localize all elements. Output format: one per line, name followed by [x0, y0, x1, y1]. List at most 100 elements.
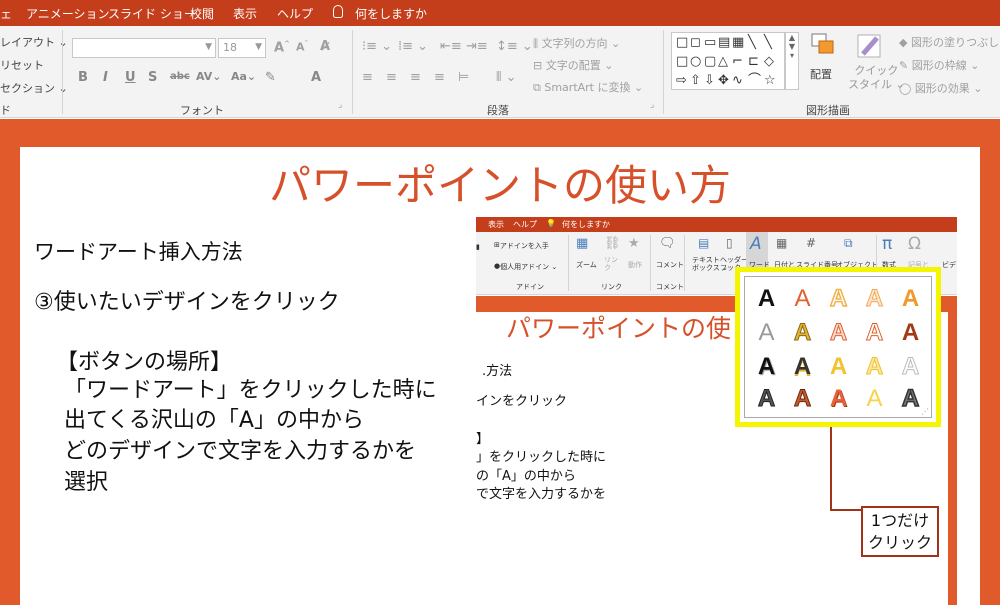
inset-get-addins-label: アドインを入手: [499, 242, 549, 250]
callout-box[interactable]: 1つだけ クリック: [861, 506, 939, 557]
reset-button[interactable]: リセット: [0, 57, 44, 73]
wordart-style-2[interactable]: A: [786, 282, 819, 315]
diamond-shape-icon[interactable]: ◇: [764, 55, 774, 68]
font-name-combo[interactable]: ▼: [72, 38, 216, 58]
arrow-up-shape-icon[interactable]: ⇧: [690, 74, 701, 87]
action-icon: ★: [628, 236, 640, 251]
align-right-icon[interactable]: ≡: [410, 70, 421, 85]
wordart-style-18[interactable]: A: [822, 382, 855, 415]
slide-title[interactable]: パワーポイントの使い方: [0, 152, 1000, 213]
slide-text-line-2[interactable]: ③使いたいデザインをクリック: [34, 284, 340, 316]
wordart-style-15[interactable]: A: [894, 350, 927, 383]
resize-grip-icon[interactable]: ⋰: [921, 407, 929, 416]
quick-styles-label[interactable]: クイック スタイル ⌄: [848, 64, 905, 92]
tab-review[interactable]: 校閲: [190, 5, 214, 22]
text-shape-icon[interactable]: ▤: [718, 36, 730, 49]
shadow-icon[interactable]: S: [148, 70, 157, 85]
wordart-style-13[interactable]: A: [822, 350, 855, 383]
slide-text-line-1[interactable]: ワードアート挿入方法: [34, 236, 243, 266]
wordart-style-14[interactable]: A: [858, 350, 891, 383]
smartart-button[interactable]: ⧉ SmartArt に変換 ⌄: [533, 79, 643, 95]
shape-outline-button[interactable]: ✎ 図形の枠線 ⌄: [899, 57, 979, 73]
shape-effects-button[interactable]: ◯ 図形の効果 ⌄: [899, 80, 983, 96]
tab-slideshow[interactable]: スライド ショー: [108, 5, 196, 22]
callout-shape-icon[interactable]: ◻: [690, 36, 701, 49]
flowchart-shape-icon[interactable]: ⊏: [748, 55, 759, 68]
wordart-style-4[interactable]: A: [858, 282, 891, 315]
wordart-style-9[interactable]: A: [858, 316, 891, 349]
char-spacing-icon[interactable]: AV⌄: [196, 70, 222, 83]
slide-text-line-5[interactable]: 出てくる沢山の「A」の中から: [64, 402, 364, 434]
line-spacing-icon[interactable]: ↕≡ ⌄: [496, 39, 533, 54]
underline-icon[interactable]: U: [125, 70, 136, 85]
wordart-style-12[interactable]: A: [786, 350, 819, 383]
arrow-right-shape-icon[interactable]: ⇨: [676, 74, 687, 87]
arc-shape-icon[interactable]: ⌒: [748, 74, 761, 87]
arrange-label[interactable]: 配置: [810, 66, 832, 82]
arrow-down-shape-icon[interactable]: ⇩: [704, 74, 715, 87]
cross-shape-icon[interactable]: ✥: [718, 74, 729, 87]
table-shape-icon[interactable]: ▦: [732, 36, 744, 49]
tab-view[interactable]: 表示: [233, 5, 257, 22]
clear-format-icon[interactable]: A̷: [320, 39, 330, 54]
strikethrough-icon[interactable]: abc: [170, 71, 190, 82]
rounded-shape-icon[interactable]: ▢: [704, 55, 716, 68]
highlight-icon[interactable]: ✎: [265, 70, 276, 85]
arrange-icon[interactable]: [808, 32, 838, 60]
layout-button[interactable]: レイアウト ⌄: [0, 34, 68, 50]
font-size-combo[interactable]: 18 ▼: [218, 38, 266, 58]
line-shape-icon[interactable]: ╲: [748, 36, 756, 49]
more-shape-icon[interactable]: ☆: [764, 74, 776, 87]
oval-shape-icon[interactable]: ○: [690, 55, 701, 68]
align-left-icon[interactable]: ≡: [362, 70, 373, 85]
distributed-icon[interactable]: ⊨: [458, 70, 469, 85]
change-case-icon[interactable]: Aa⌄: [231, 70, 256, 83]
columns-icon[interactable]: ⫴ ⌄: [496, 70, 517, 85]
wordart-style-6[interactable]: A: [750, 316, 783, 349]
wordart-style-5[interactable]: A: [894, 282, 927, 315]
wordart-style-10[interactable]: A: [894, 316, 927, 349]
wordart-style-8[interactable]: A: [822, 316, 855, 349]
bullets-icon[interactable]: ⁝≡ ⌄: [362, 39, 392, 54]
increase-indent-icon[interactable]: ⇥≡: [466, 39, 488, 54]
wordart-style-11[interactable]: A: [750, 350, 783, 383]
square-shape-icon[interactable]: □: [676, 55, 688, 68]
wordart-style-17[interactable]: A: [786, 382, 819, 415]
corner-shape-icon[interactable]: ⌐: [732, 55, 743, 68]
line2-shape-icon[interactable]: ╲: [764, 36, 772, 49]
curve-shape-icon[interactable]: ∿: [732, 74, 743, 87]
wordart-style-7[interactable]: A: [786, 316, 819, 349]
wordart-style-3[interactable]: A: [822, 282, 855, 315]
justify-icon[interactable]: ≡: [434, 70, 445, 85]
speech-shape-icon[interactable]: ▭: [704, 36, 716, 49]
tab-help[interactable]: ヘルプ: [277, 5, 313, 22]
rectangle-shape-icon[interactable]: □: [676, 36, 688, 49]
text-direction-button[interactable]: ⫼ 文字列の方向 ⌄: [533, 35, 620, 51]
triangle-shape-icon[interactable]: △: [718, 55, 728, 68]
font-color-icon[interactable]: A: [311, 70, 321, 85]
dialog-launcher-icon[interactable]: ⌟: [338, 100, 342, 110]
italic-icon[interactable]: I: [103, 70, 108, 85]
wordart-style-16[interactable]: A: [750, 382, 783, 415]
shapes-gallery[interactable]: □ ◻ ▭ ▤ ▦ ╲ ╲ □ ○ ▢ △ ⌐ ⊏ ◇ ⇨ ⇧ ⇩ ✥ ∿ ⌒ …: [671, 32, 785, 90]
bold-icon[interactable]: B: [78, 70, 88, 85]
shapes-scroll[interactable]: ▲ ▼ ▾: [785, 32, 799, 90]
align-center-icon[interactable]: ≡: [386, 70, 397, 85]
slide-text-line-7[interactable]: 選択: [64, 464, 108, 496]
slide-text-line-6[interactable]: どのデザインで文字を入力するかを: [64, 433, 416, 465]
decrease-indent-icon[interactable]: ⇤≡: [440, 39, 462, 54]
section-button[interactable]: セクション ⌄: [0, 80, 68, 96]
align-text-button[interactable]: ⊟ 文字の配置 ⌄: [533, 57, 613, 73]
shape-fill-button[interactable]: ◆ 図形の塗りつぶし ⌄: [899, 34, 1000, 50]
grow-font-icon[interactable]: A^: [274, 40, 290, 55]
tab-design-partial[interactable]: ェ: [0, 5, 12, 22]
tab-animations[interactable]: アニメーション: [26, 5, 110, 22]
wordart-style-1[interactable]: A: [750, 282, 783, 315]
dialog-launcher-icon[interactable]: ⌟: [650, 100, 654, 110]
quick-styles-icon[interactable]: [855, 32, 885, 62]
numbering-icon[interactable]: ⁞≡ ⌄: [398, 39, 428, 54]
wordart-style-19[interactable]: A: [858, 382, 891, 415]
shrink-font-icon[interactable]: Aˇ: [296, 40, 308, 54]
slide-text-line-4[interactable]: 「ワードアート」をクリックした時に: [64, 372, 437, 404]
tell-me-search[interactable]: 何をしますか: [355, 5, 427, 22]
